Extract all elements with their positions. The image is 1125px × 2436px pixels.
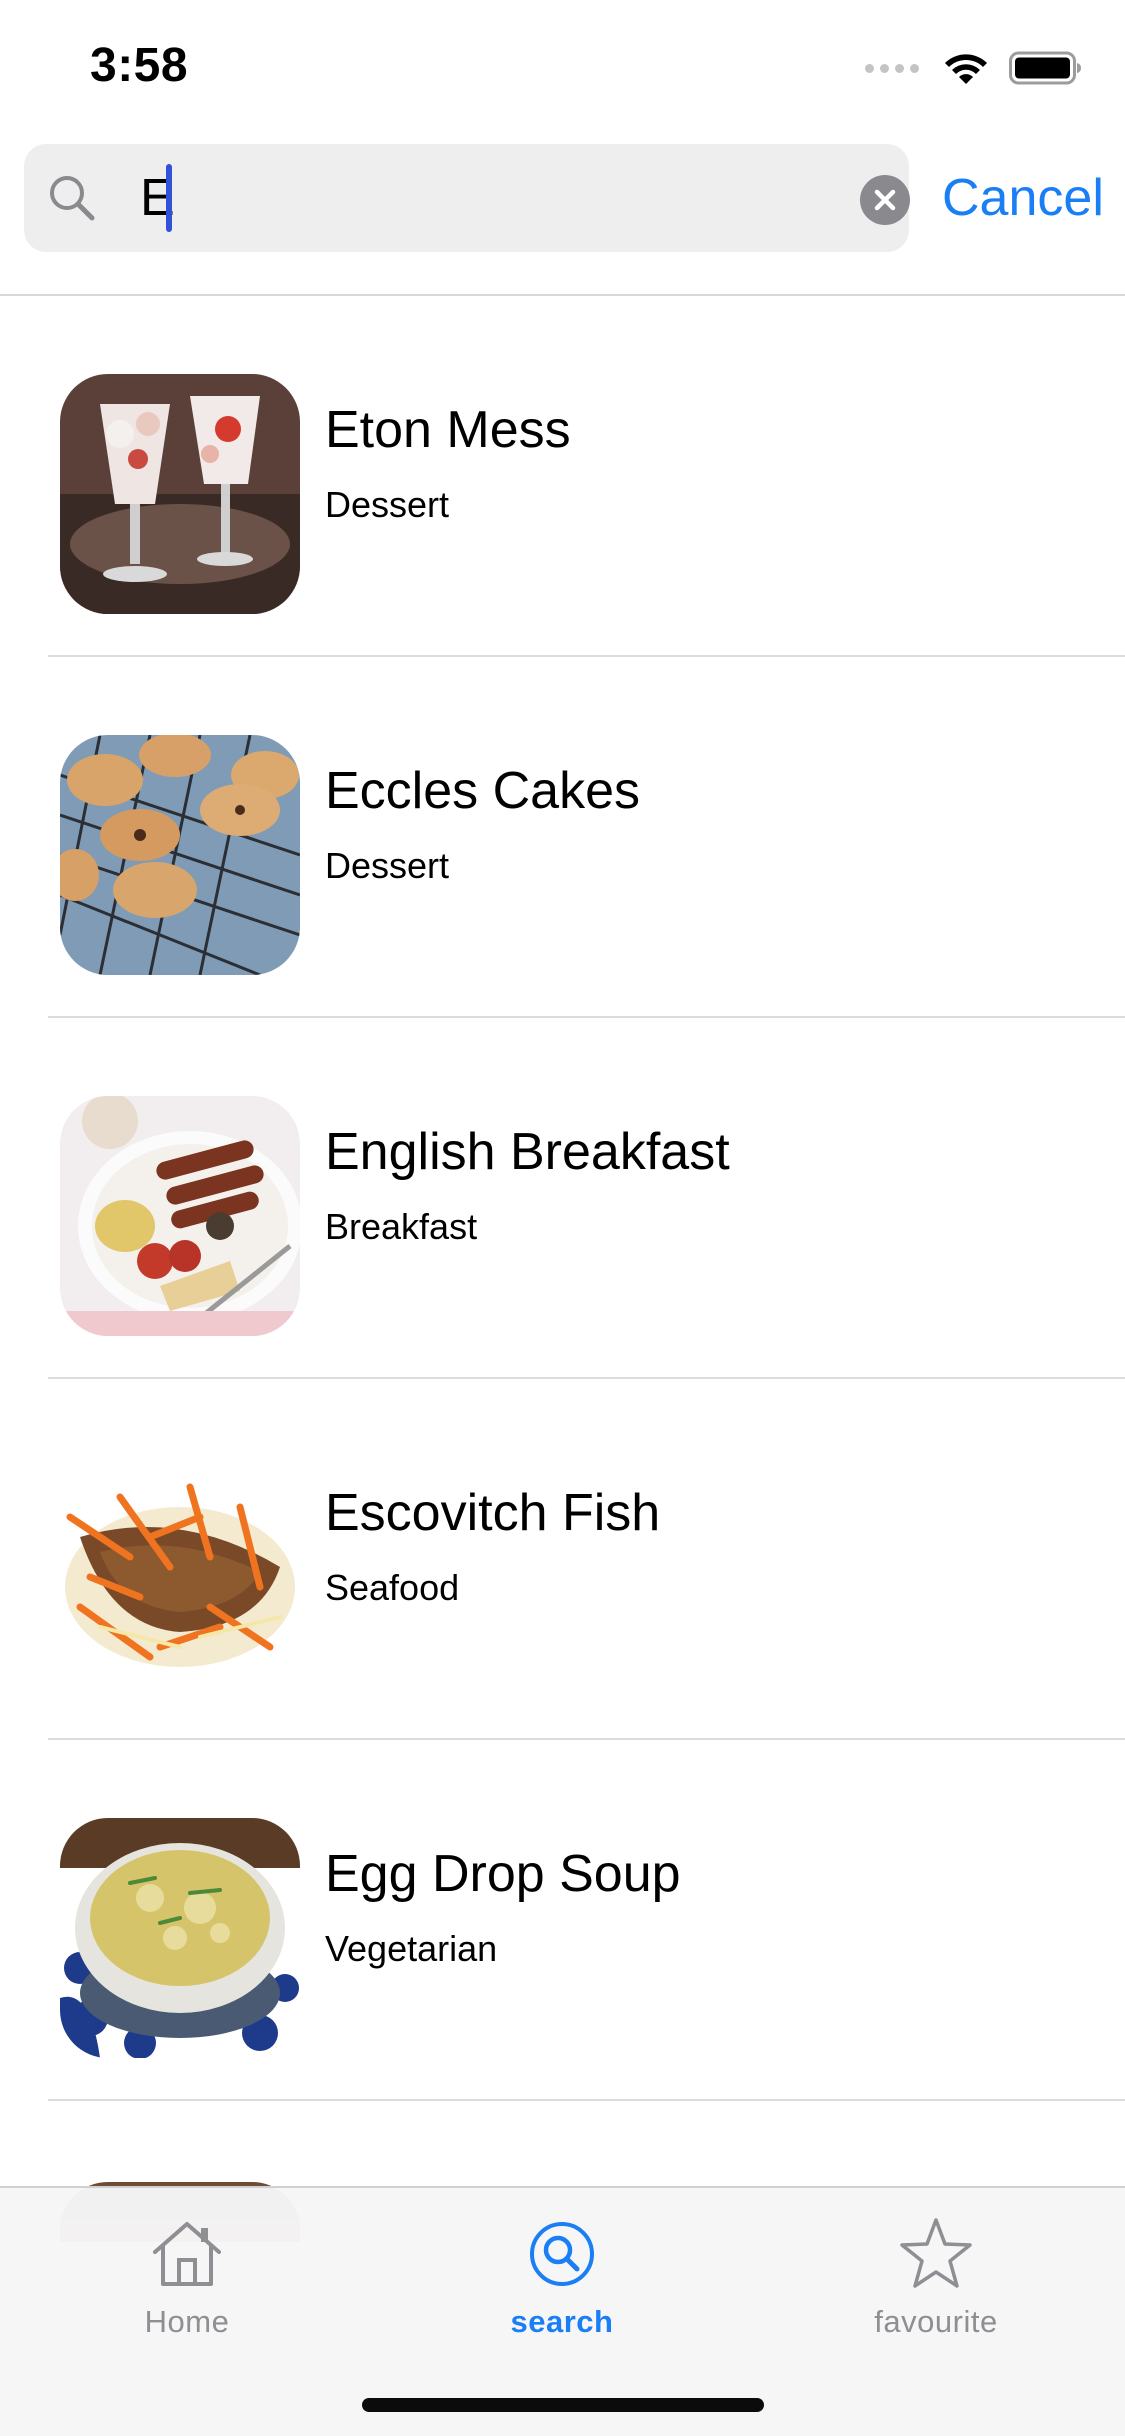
tab-search[interactable]: search: [432, 2214, 692, 2344]
list-item[interactable]: Escovitch Fish Seafood: [0, 1379, 1125, 1740]
tab-label: favourite: [874, 2304, 998, 2339]
cancel-button[interactable]: Cancel: [942, 168, 1104, 228]
star-icon: [900, 2218, 972, 2288]
list-item[interactable]: Eton Mess Dessert: [0, 296, 1125, 657]
search-field[interactable]: [24, 144, 910, 252]
recipe-title: Escovitch Fish: [325, 1484, 661, 1542]
tab-home[interactable]: Home: [57, 2214, 317, 2344]
cellular-signal-icon: [865, 63, 919, 73]
recipe-category: Dessert: [325, 845, 450, 886]
eton-mess-photo: [60, 374, 300, 614]
list-item[interactable]: English Breakfast Breakfast: [0, 1018, 1125, 1379]
tab-label: Home: [144, 2304, 230, 2339]
recipe-title: English Breakfast: [325, 1123, 730, 1181]
recipe-title: Eccles Cakes: [325, 762, 640, 820]
text-caret: [166, 164, 172, 232]
status-bar: 3:58: [0, 0, 1125, 132]
home-indicator[interactable]: [362, 2398, 764, 2412]
search-input[interactable]: [116, 160, 860, 236]
search-bar: Cancel: [0, 144, 1125, 252]
status-icons: [865, 50, 1083, 86]
english-breakfast-photo: [60, 1096, 300, 1336]
search-icon: [530, 2222, 594, 2286]
tab-favourite[interactable]: favourite: [806, 2214, 1066, 2344]
tab-bar: Home search favourite: [0, 2186, 1125, 2436]
wifi-icon: [945, 54, 987, 84]
house-icon: [153, 2222, 221, 2286]
escovitch-fish-photo: [60, 1457, 300, 1697]
clear-x-icon: [874, 189, 896, 211]
tab-label: search: [510, 2304, 614, 2339]
list-item[interactable]: Egg Drop Soup Vegetarian: [0, 1740, 1125, 2101]
recipe-category: Dessert: [325, 484, 450, 525]
row-divider: [48, 2099, 1125, 2101]
search-screen: 3:58 E Cancel Eton Mess Dessert Eccles C…: [0, 0, 1125, 2436]
recipe-category: Breakfast: [325, 1206, 478, 1247]
eccles-cakes-photo: [60, 735, 300, 975]
result-list: Eton Mess Dessert Eccles Cakes Dessert E…: [0, 296, 1125, 2101]
clear-search-button[interactable]: [860, 175, 910, 225]
status-time: 3:58: [90, 39, 189, 92]
recipe-category: Vegetarian: [325, 1928, 498, 1969]
recipe-title: Egg Drop Soup: [325, 1845, 681, 1903]
battery-icon: [1009, 51, 1081, 85]
recipe-title: Eton Mess: [325, 401, 571, 459]
recipe-category: Seafood: [325, 1567, 460, 1608]
magnifying-glass-icon: [50, 176, 95, 221]
egg-drop-soup-photo: [60, 1818, 300, 2058]
list-item[interactable]: Eccles Cakes Dessert: [0, 657, 1125, 1018]
